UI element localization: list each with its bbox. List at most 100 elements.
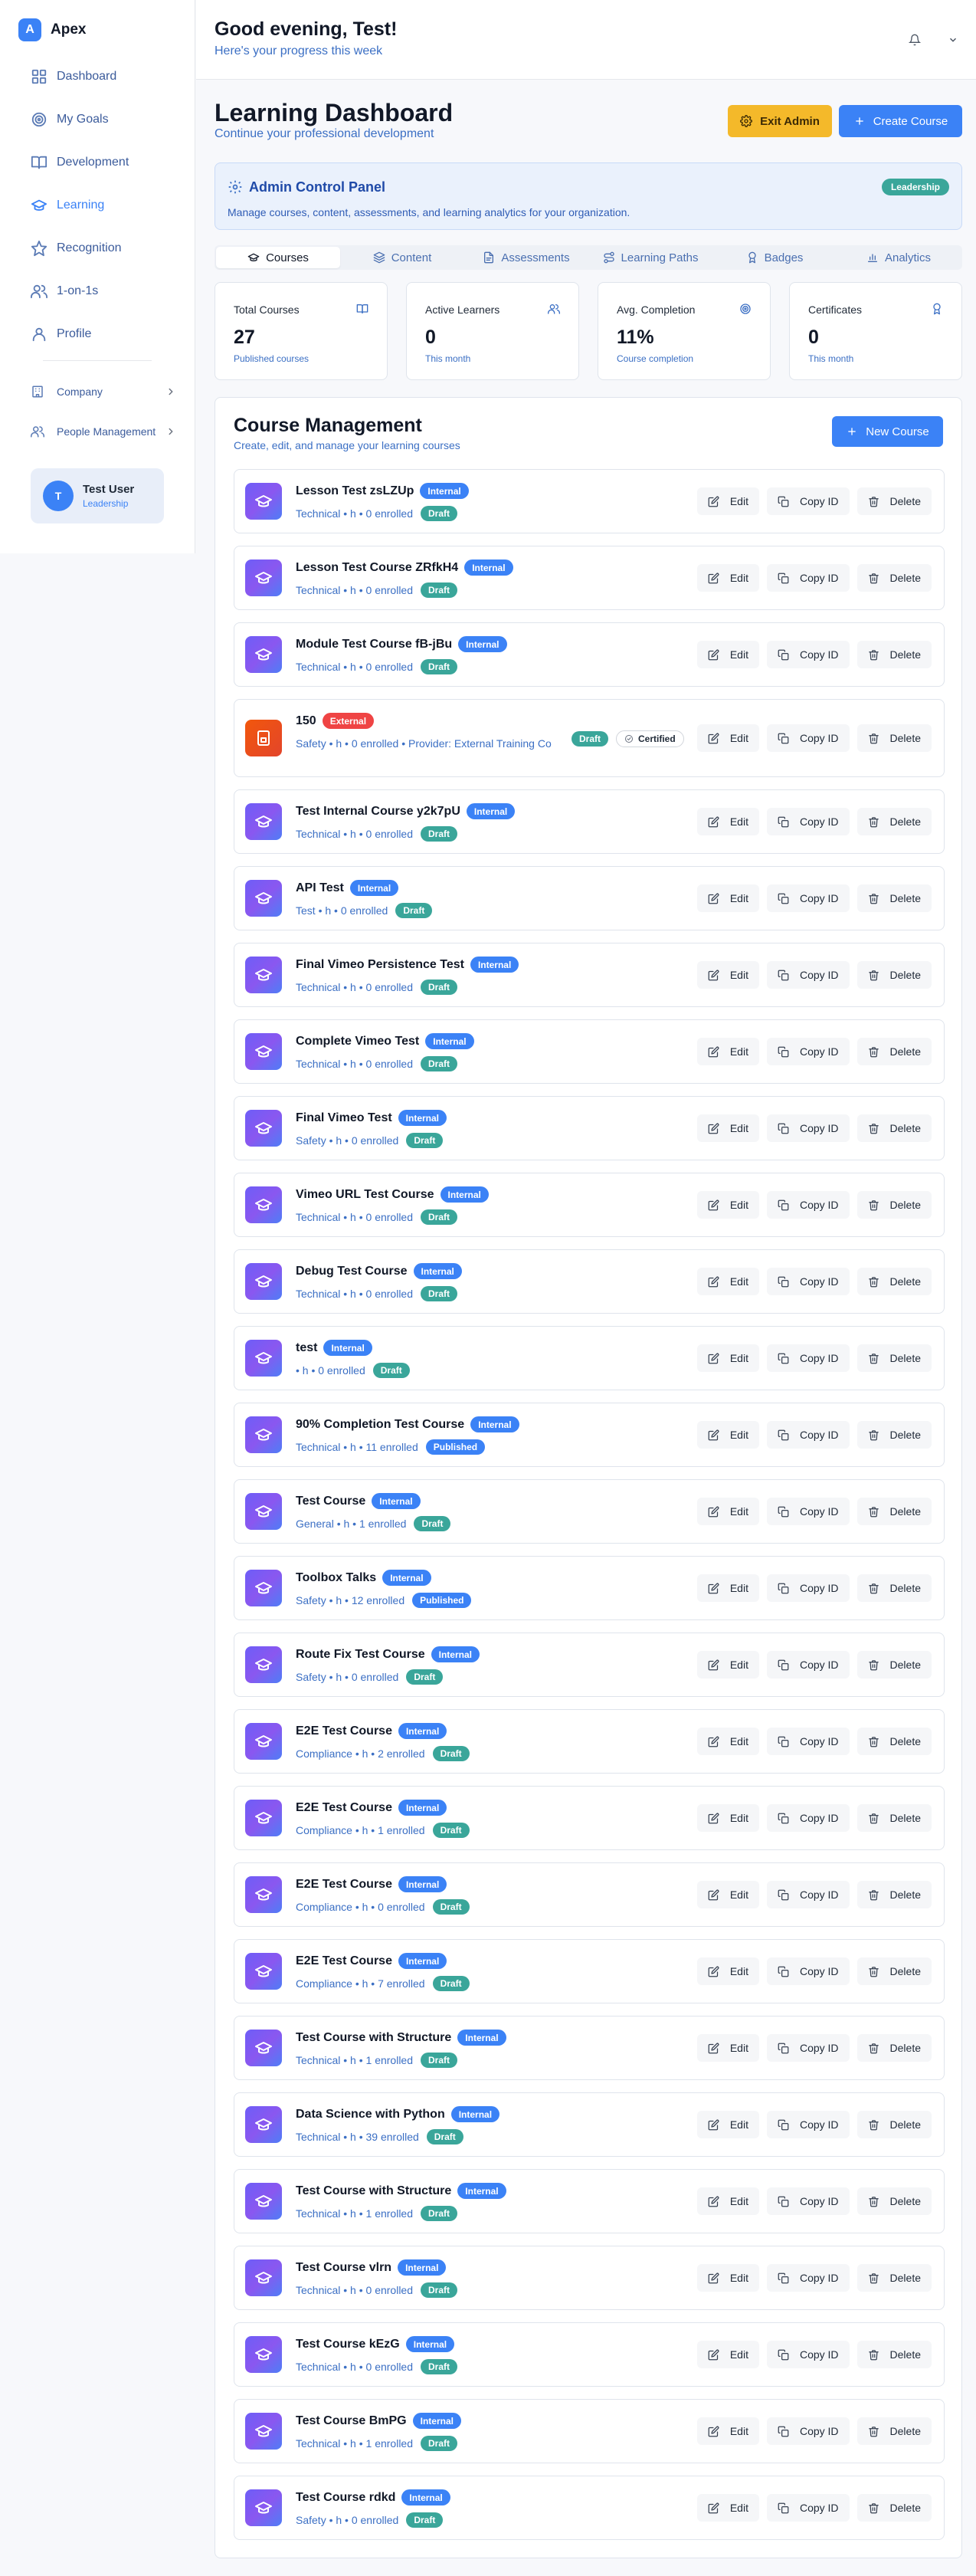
delete-button[interactable]: Delete <box>856 1268 932 1295</box>
delete-button[interactable]: Delete <box>856 1038 932 1065</box>
sidebar-group-people-management[interactable]: People Management <box>12 416 182 447</box>
edit-button[interactable]: Edit <box>696 1651 759 1679</box>
edit-button[interactable]: Edit <box>696 1114 759 1142</box>
copy-id-button[interactable]: Copy ID <box>766 1651 850 1679</box>
copy-id-button[interactable]: Copy ID <box>766 1114 850 1142</box>
delete-button[interactable]: Delete <box>856 487 932 515</box>
tab-assessments[interactable]: Assessments <box>464 247 588 268</box>
copy-id-button[interactable]: Copy ID <box>766 1191 850 1219</box>
delete-button[interactable]: Delete <box>856 1191 932 1219</box>
copy-id-button[interactable]: Copy ID <box>766 1344 850 1372</box>
edit-button[interactable]: Edit <box>696 1498 759 1525</box>
tab-learning-paths[interactable]: Learning Paths <box>588 247 712 268</box>
edit-button[interactable]: Edit <box>696 1268 759 1295</box>
copy-id-button[interactable]: Copy ID <box>766 2264 850 2292</box>
edit-button[interactable]: Edit <box>696 2264 759 2292</box>
copy-id-button[interactable]: Copy ID <box>766 2187 850 2215</box>
edit-button[interactable]: Edit <box>696 884 759 912</box>
brand[interactable]: A Apex <box>0 0 195 60</box>
delete-button[interactable]: Delete <box>856 961 932 989</box>
copy-id-button[interactable]: Copy ID <box>766 1421 850 1449</box>
delete-button[interactable]: Delete <box>856 1804 932 1832</box>
delete-button[interactable]: Delete <box>856 2341 932 2368</box>
exit-admin-button[interactable]: Exit Admin <box>728 105 832 137</box>
delete-button[interactable]: Delete <box>856 2417 932 2445</box>
edit-button[interactable]: Edit <box>696 961 759 989</box>
copy-id-button[interactable]: Copy ID <box>766 564 850 592</box>
copy-id-button[interactable]: Copy ID <box>766 2111 850 2138</box>
edit-button[interactable]: Edit <box>696 2187 759 2215</box>
create-course-button[interactable]: Create Course <box>839 105 962 137</box>
delete-button[interactable]: Delete <box>856 2034 932 2062</box>
copy-id-button[interactable]: Copy ID <box>766 1728 850 1755</box>
delete-button[interactable]: Delete <box>856 884 932 912</box>
copy-id-button[interactable]: Copy ID <box>766 641 850 668</box>
edit-button[interactable]: Edit <box>696 808 759 835</box>
sidebar-item-1-on-1s[interactable]: 1-on-1s <box>12 274 182 308</box>
sidebar-item-my-goals[interactable]: My Goals <box>12 103 182 136</box>
delete-button[interactable]: Delete <box>856 2187 932 2215</box>
copy-id-button[interactable]: Copy ID <box>766 487 850 515</box>
copy-id-button[interactable]: Copy ID <box>766 1804 850 1832</box>
copy-id-button[interactable]: Copy ID <box>766 884 850 912</box>
user-card[interactable]: T Test User Leadership <box>31 468 164 523</box>
delete-button[interactable]: Delete <box>856 2264 932 2292</box>
edit-button[interactable]: Edit <box>696 641 759 668</box>
notifications-button[interactable] <box>901 26 929 54</box>
copy-id-button[interactable]: Copy ID <box>766 1957 850 1985</box>
edit-button[interactable]: Edit <box>696 1344 759 1372</box>
copy-id-button[interactable]: Copy ID <box>766 2417 850 2445</box>
edit-button[interactable]: Edit <box>696 2111 759 2138</box>
copy-id-button[interactable]: Copy ID <box>766 724 850 752</box>
edit-button[interactable]: Edit <box>696 1957 759 1985</box>
delete-button[interactable]: Delete <box>856 564 932 592</box>
delete-button[interactable]: Delete <box>856 1574 932 1602</box>
delete-button[interactable]: Delete <box>856 1651 932 1679</box>
edit-button[interactable]: Edit <box>696 2494 759 2522</box>
edit-button[interactable]: Edit <box>696 1881 759 1908</box>
sidebar-group-company[interactable]: Company <box>12 376 182 407</box>
edit-button[interactable]: Edit <box>696 1804 759 1832</box>
delete-button[interactable]: Delete <box>856 1344 932 1372</box>
copy-id-button[interactable]: Copy ID <box>766 1268 850 1295</box>
new-course-button[interactable]: New Course <box>832 416 943 447</box>
delete-button[interactable]: Delete <box>856 641 932 668</box>
delete-button[interactable]: Delete <box>856 1957 932 1985</box>
copy-id-button[interactable]: Copy ID <box>766 2341 850 2368</box>
edit-button[interactable]: Edit <box>696 564 759 592</box>
delete-button[interactable]: Delete <box>856 1498 932 1525</box>
sidebar-item-dashboard[interactable]: Dashboard <box>12 60 182 94</box>
copy-id-button[interactable]: Copy ID <box>766 961 850 989</box>
tab-courses[interactable]: Courses <box>216 247 340 268</box>
copy-id-button[interactable]: Copy ID <box>766 2034 850 2062</box>
edit-button[interactable]: Edit <box>696 2341 759 2368</box>
sidebar-item-learning[interactable]: Learning <box>12 189 182 222</box>
copy-id-button[interactable]: Copy ID <box>766 808 850 835</box>
delete-button[interactable]: Delete <box>856 1114 932 1142</box>
copy-id-button[interactable]: Copy ID <box>766 1038 850 1065</box>
delete-button[interactable]: Delete <box>856 2494 932 2522</box>
delete-button[interactable]: Delete <box>856 724 932 752</box>
tab-content[interactable]: Content <box>340 247 464 268</box>
delete-button[interactable]: Delete <box>856 2111 932 2138</box>
delete-button[interactable]: Delete <box>856 1728 932 1755</box>
edit-button[interactable]: Edit <box>696 2417 759 2445</box>
copy-id-button[interactable]: Copy ID <box>766 2494 850 2522</box>
sidebar-item-profile[interactable]: Profile <box>12 317 182 351</box>
tab-analytics[interactable]: Analytics <box>837 247 961 268</box>
copy-id-button[interactable]: Copy ID <box>766 1498 850 1525</box>
copy-id-button[interactable]: Copy ID <box>766 1574 850 1602</box>
user-menu-button[interactable] <box>939 26 967 54</box>
delete-button[interactable]: Delete <box>856 1421 932 1449</box>
edit-button[interactable]: Edit <box>696 1191 759 1219</box>
edit-button[interactable]: Edit <box>696 1574 759 1602</box>
edit-button[interactable]: Edit <box>696 1038 759 1065</box>
delete-button[interactable]: Delete <box>856 1881 932 1908</box>
edit-button[interactable]: Edit <box>696 1728 759 1755</box>
edit-button[interactable]: Edit <box>696 724 759 752</box>
edit-button[interactable]: Edit <box>696 2034 759 2062</box>
delete-button[interactable]: Delete <box>856 808 932 835</box>
edit-button[interactable]: Edit <box>696 487 759 515</box>
copy-id-button[interactable]: Copy ID <box>766 1881 850 1908</box>
edit-button[interactable]: Edit <box>696 1421 759 1449</box>
